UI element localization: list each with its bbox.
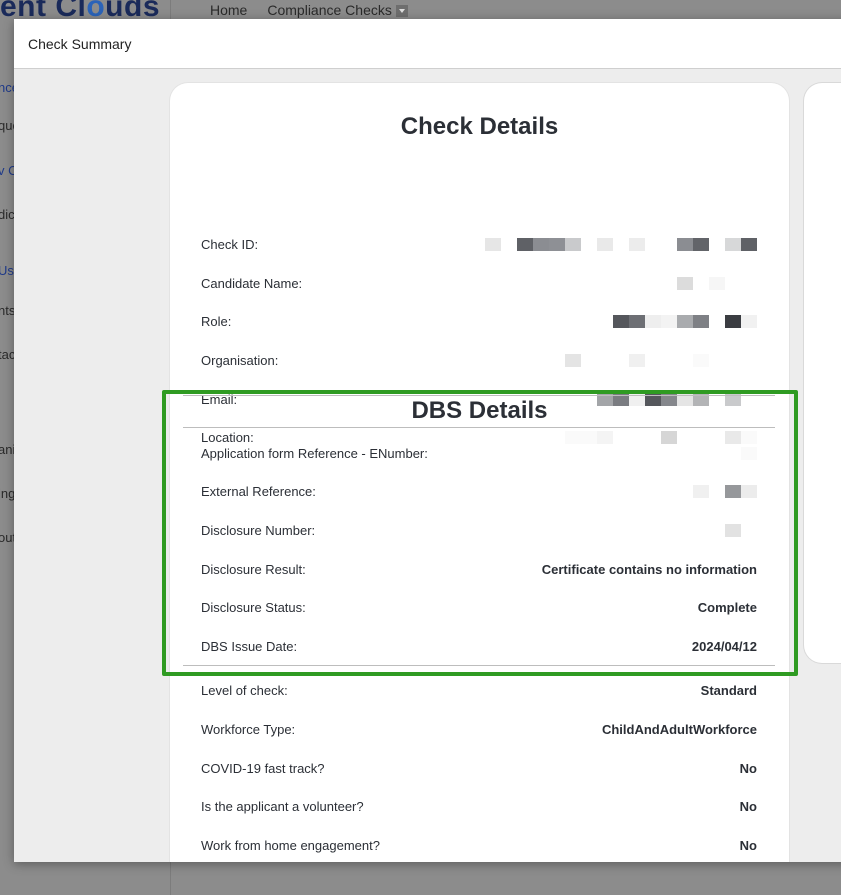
organisation-row: Organisation: [201,349,757,371]
level-of-check-row: Level of check: Standard [201,679,757,701]
sidebar-fragment[interactable]: Us [0,263,14,278]
row-label: COVID-19 fast track? [201,760,325,776]
enumber-row: Application form Reference - ENumber: [201,442,757,464]
top-nav: Home Compliance Checks [210,2,408,18]
row-label: Workforce Type: [201,721,296,737]
modal-sidebar [14,69,167,862]
dbs-top-divider [183,395,775,396]
disclosure-number-row: Disclosure Number: [201,519,757,541]
row-label: Disclosure Status: [201,599,306,615]
nav-compliance-checks[interactable]: Compliance Checks [267,2,408,18]
row-label: Disclosure Result: [201,561,306,577]
row-label: External Reference: [201,483,316,499]
row-label: Level of check: [201,682,288,698]
row-value: No [739,837,757,853]
row-label: Application form Reference - ENumber: [201,445,428,461]
row-value: Complete [697,599,757,615]
redacted-value [741,446,757,460]
row-label: Candidate Name: [201,275,303,291]
redacted-value [693,484,757,498]
row-label: Organisation: [201,352,279,368]
row-value: No [739,760,757,776]
redacted-value [677,276,757,290]
sidebar-fragment[interactable]: dic [0,207,15,222]
disclosure-status-row: Disclosure Status: Complete [201,596,757,618]
dbs-issue-date-row: DBS Issue Date: 2024/04/12 [201,635,757,657]
role-row: Role: [201,310,757,332]
nav-home[interactable]: Home [210,2,247,18]
dbs-details-title: DBS Details [411,397,548,424]
row-value: ChildAndAdultWorkforce [601,721,757,737]
check-details-card: Check Details Check ID: Candidate Name: … [170,83,789,862]
work-from-home-row: Work from home engagement? No [201,834,757,856]
covid-fast-track-row: COVID-19 fast track? No [201,757,757,779]
row-label: Check ID: [201,236,259,252]
dbs-title-divider [183,427,775,428]
redacted-value [725,523,757,537]
chevron-down-icon[interactable] [395,5,408,18]
row-label: Role: [201,313,232,329]
redacted-value [565,353,757,367]
secondary-card [804,83,841,663]
row-label: Work from home engagement? [201,837,380,853]
row-value: No [739,798,757,814]
volunteer-row: Is the applicant a volunteer? No [201,795,757,817]
redacted-value [485,237,757,251]
disclosure-result-row: Disclosure Result: Certificate contains … [201,558,757,580]
check-details-title: Check Details [400,113,559,140]
modal-header: Check Summary [14,19,841,69]
workforce-type-row: Workforce Type: ChildAndAdultWorkforce [201,718,757,740]
check-id-row: Check ID: [201,233,757,255]
row-label: DBS Issue Date: [201,638,298,654]
modal-title: Check Summary [28,35,132,52]
external-reference-row: External Reference: [201,480,757,502]
row-value: Certificate contains no information [541,561,757,577]
redacted-value [613,314,757,328]
dbs-bottom-divider [183,665,775,666]
check-summary-modal: Check Summary Check Details Check ID: Ca… [14,19,841,862]
row-value: Standard [700,682,757,698]
row-value: 2024/04/12 [691,638,757,654]
row-label: Is the applicant a volunteer? [201,798,364,814]
candidate-name-row: Candidate Name: [201,272,757,294]
row-label: Disclosure Number: [201,522,316,538]
